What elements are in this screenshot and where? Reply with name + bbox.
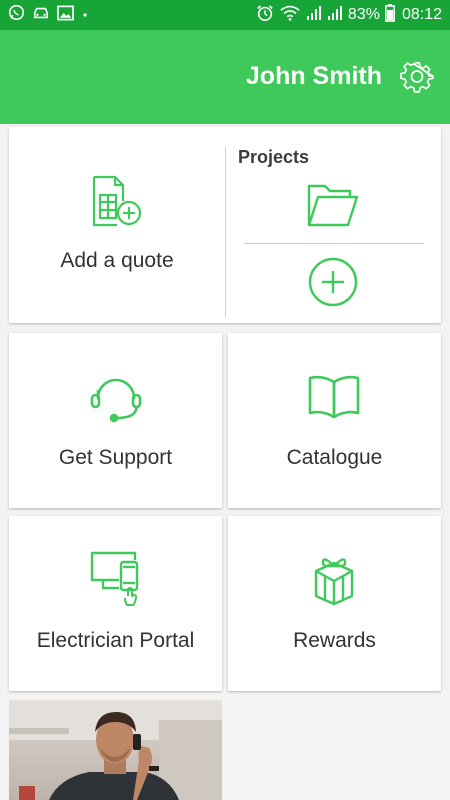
- catalogue-label: Catalogue: [286, 446, 383, 469]
- catalogue-card[interactable]: Catalogue: [228, 333, 441, 508]
- add-circle-icon[interactable]: [308, 257, 358, 307]
- quote-projects-card: Add a quote Projects: [9, 127, 441, 323]
- app-bar: John Smith: [0, 30, 450, 124]
- card-divider-vertical: [225, 147, 226, 317]
- folder-icon[interactable]: [306, 179, 360, 231]
- electrician-portal-label: Electrician Portal: [36, 629, 195, 652]
- image-icon: [57, 5, 74, 26]
- status-right-icons: 83% 08:12: [256, 3, 442, 27]
- dot-icon: [81, 6, 89, 24]
- rewards-label: Rewards: [293, 629, 376, 652]
- rewards-card[interactable]: Rewards: [228, 516, 441, 691]
- signal-icon: [306, 5, 322, 26]
- get-support-label: Get Support: [58, 446, 173, 469]
- promo-photo[interactable]: [9, 700, 222, 800]
- signal-icon: [327, 5, 343, 26]
- status-left-icons: [8, 4, 89, 26]
- clock: 08:12: [401, 6, 442, 23]
- devices-icon: [89, 550, 145, 606]
- wifi-icon: [279, 4, 301, 27]
- electrician-portal-card[interactable]: Electrician Portal: [9, 516, 222, 691]
- card-divider-horizontal: [244, 243, 424, 244]
- battery-percent: 83%: [347, 6, 380, 23]
- support-card[interactable]: Get Support: [9, 333, 222, 508]
- gift-icon: [313, 550, 355, 606]
- car-icon: [32, 5, 50, 26]
- user-name[interactable]: John Smith: [246, 62, 382, 91]
- whatsapp-icon: [8, 4, 25, 26]
- battery-icon: [384, 3, 395, 27]
- home-grid: Add a quote Projects Get Support Catalog…: [0, 124, 450, 800]
- headset-icon: [89, 369, 143, 423]
- gear-icon[interactable]: [400, 60, 434, 94]
- book-icon: [307, 373, 361, 421]
- alarm-icon: [256, 4, 274, 27]
- status-bar: 83% 08:12: [0, 0, 450, 30]
- projects-title: Projects: [238, 147, 310, 167]
- add-quote-label[interactable]: Add a quote: [9, 249, 225, 273]
- quote-calculator-add-icon[interactable]: [91, 175, 143, 229]
